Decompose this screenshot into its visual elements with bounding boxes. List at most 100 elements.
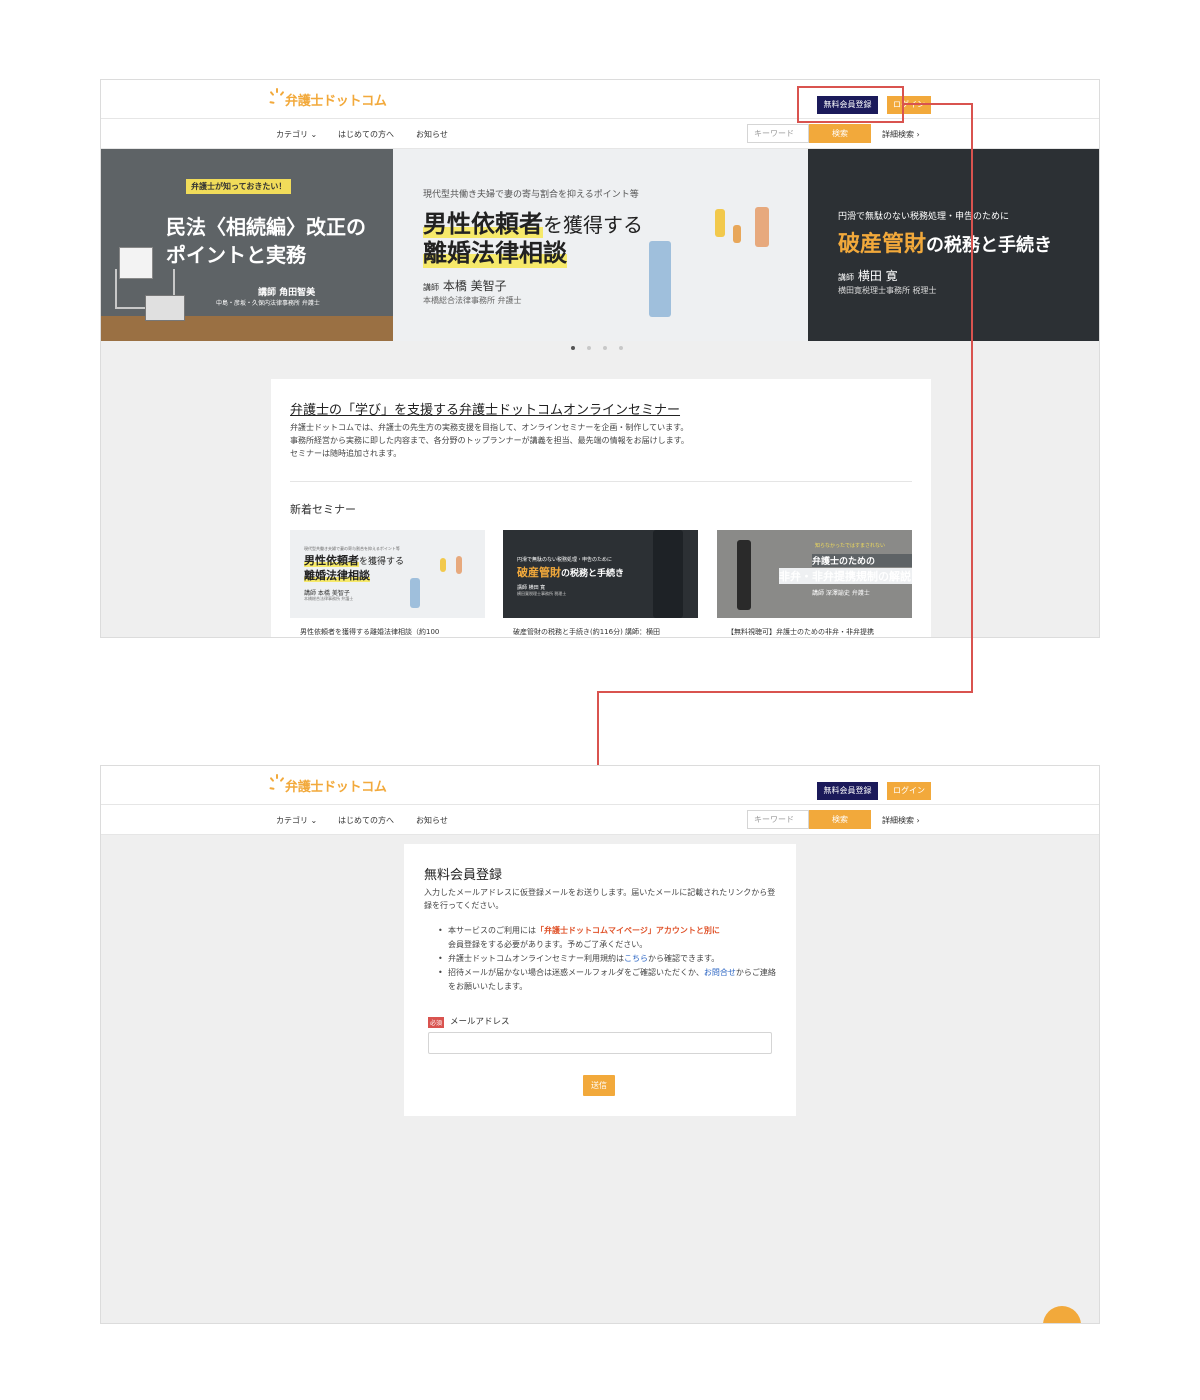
notice-item: 招待メールが届かない場合は迷惑メールフォルダをご確認いただくか、お問合せからご連… (438, 966, 783, 994)
notice-list: 本サービスのご利用には「弁護士ドットコムマイページ」アカウントと別に会員登録をす… (438, 924, 783, 994)
intro-title[interactable]: 弁護士の「学び」を支援する弁護士ドットコムオンラインセミナー (290, 399, 680, 418)
banner-office: 中島・彦坂・久保内法律事務所 弁護士 (216, 300, 320, 307)
house-model-image (145, 295, 185, 321)
notice-item: 本サービスのご利用には「弁護士ドットコムマイページ」アカウントと別に会員登録をす… (438, 924, 783, 952)
notice-emphasis: 「弁護士ドットコムマイページ」アカウントと別に (536, 926, 720, 935)
banner-slide-2[interactable]: 現代型共働き夫婦で妻の寄与割合を抑えるポイント等 男性依頼者を獲得する 離婚法律… (393, 149, 808, 341)
logo-text: 弁護士ドットコム (285, 779, 387, 795)
contact-link[interactable]: お問合せ (704, 968, 736, 977)
man-illustration (410, 578, 420, 608)
notice-item: 弁護士ドットコムオンラインセミナー利用規約はこちらから確認できます。 (438, 952, 783, 966)
register-button[interactable]: 無料会員登録 (817, 782, 878, 800)
site-header: 弁護士ドットコム 無料会員登録 ログイン (101, 80, 1099, 119)
site-logo[interactable]: 弁護士ドットコム (269, 774, 387, 796)
thumb-title-rest: を獲得する (359, 557, 405, 567)
banner-subtitle: 現代型共働き夫婦で妻の寄与割合を抑えるポイント等 (423, 190, 639, 200)
carousel-dot[interactable] (603, 346, 607, 350)
banner-lecturer: 講師 横田 寛 (838, 267, 898, 284)
form-title: 無料会員登録 (424, 868, 503, 883)
lecturer-name: 横田 寛 (857, 269, 898, 283)
thumb-title-line2: 非弁・非弁提携規制の解説 (779, 568, 912, 584)
nav-bar: カテゴリ ⌄ はじめての方へ お知らせ キーワード 検索 詳細検索 › (101, 805, 1099, 835)
seminar-thumbnail[interactable]: 円滑で無駄のない税務処理・申告のために 破産管財の税務と手続き 講師 横田 寛 … (503, 530, 698, 618)
logo-text: 弁護士ドットコム (285, 93, 387, 109)
thumb-office: 横田寛税理士事務所 税理士 (517, 591, 567, 596)
banner-title-highlight: 破産管財 (838, 232, 927, 257)
search-input[interactable]: キーワード (747, 810, 809, 829)
nav-category[interactable]: カテゴリ ⌄ (276, 815, 317, 826)
seminar-caption[interactable]: 破産管財の税務と手続き(約116分) 講師：横田 (513, 627, 698, 637)
thumb-title-line1: 弁護士のための (812, 554, 912, 567)
sun-logo-icon (269, 88, 285, 110)
businessman-image (737, 540, 751, 610)
woman-illustration (755, 207, 769, 247)
carousel-dot[interactable] (571, 346, 575, 350)
top-page-screenshot: 弁護士ドットコム 無料会員登録 ログイン カテゴリ ⌄ はじめての方へ お知らせ… (100, 79, 1100, 638)
seminar-thumbnail[interactable]: 知らなかったではすまされない 弁護士のための 非弁・非弁提携規制の解説 講師 深… (717, 530, 912, 618)
seminar-caption[interactable]: 男性依頼者を獲得する離婚法律相談（約100 (300, 627, 485, 637)
intro-line: 弁護士ドットコムでは、弁護士の先生方の実務支援を目指して、オンラインセミナーを企… (290, 423, 689, 432)
thumb-subtitle: 円滑で無駄のない税務処理・申告のために (517, 557, 613, 563)
banner-slide-1[interactable]: 弁護士が知っておきたい！ 民法〈相続編〉改正の ポイントと実務 講師 角田智美 … (101, 149, 393, 341)
required-badge: 必須 (428, 1017, 445, 1028)
carousel-dots (571, 346, 623, 350)
submit-button[interactable]: 送信 (583, 1075, 615, 1096)
family-illustration (715, 209, 725, 237)
nav-first-time[interactable]: はじめての方へ (338, 129, 394, 140)
terms-link[interactable]: こちら (624, 954, 648, 963)
notice-text: 本サービスのご利用には (448, 926, 536, 935)
banner-title-line2: ポイントと実務 (166, 243, 306, 267)
advanced-search-link[interactable]: 詳細検索 › (882, 129, 920, 140)
thumb-subtitle: 現代型共働き夫婦で妻の寄与割合を抑えるポイント等 (304, 546, 400, 551)
banner-slide-3[interactable]: 円滑で無駄のない税務処理・申告のために 破産管財の税務と手続き 講師 横田 寛 … (808, 149, 1099, 341)
nav-bar: カテゴリ ⌄ はじめての方へ お知らせ キーワード 検索 詳細検索 › (101, 119, 1099, 149)
notice-text: から確認できます。 (648, 954, 720, 963)
lecturer-label: 講師 (423, 283, 439, 292)
lecturer-name: 本橋 美智子 (442, 279, 507, 293)
thumb-lecturer: 講師 深澤諭史 弁護士 (812, 590, 870, 597)
nav-news[interactable]: お知らせ (416, 129, 448, 140)
notice-text: 招待メールが届かない場合は迷惑メールフォルダをご確認いただくか、 (448, 968, 704, 977)
banner-subtitle: 円滑で無駄のない税務処理・申告のために (838, 212, 1010, 222)
search-button[interactable]: 検索 (809, 810, 871, 829)
nav-category[interactable]: カテゴリ ⌄ (276, 129, 317, 140)
nav-first-time[interactable]: はじめての方へ (338, 815, 394, 826)
man-illustration (649, 241, 671, 317)
intro-line: セミナーは随時追加されます。 (290, 449, 402, 458)
site-logo[interactable]: 弁護士ドットコム (269, 88, 387, 110)
thumb-office: 本橋総合法律事務所 弁護士 (304, 596, 354, 601)
thumb-title-highlight: 男性依頼者 (304, 554, 359, 567)
sun-logo-icon (269, 774, 285, 796)
seminar-thumbnail[interactable]: 現代型共働き夫婦で妻の寄与割合を抑えるポイント等 男性依頼者を獲得する 離婚法律相… (290, 530, 485, 618)
lecturer-label: 講師 (838, 273, 854, 282)
nav-news[interactable]: お知らせ (416, 815, 448, 826)
login-button[interactable]: ログイン (887, 782, 931, 800)
email-field[interactable] (428, 1032, 772, 1054)
scroll-top-button[interactable] (1043, 1306, 1081, 1323)
house-model-image (119, 247, 153, 279)
intro-line: 事務所経営から実務に即した内容まで、各分野のトップランナーが講義を担当、最先端の… (290, 436, 689, 445)
thumb-title: 破産管財の税務と手続き (517, 564, 624, 580)
woman-illustration (456, 556, 462, 574)
register-highlight-box (797, 86, 904, 123)
family-illustration (440, 558, 446, 572)
intro-description: 弁護士ドットコムでは、弁護士の先生方の実務支援を目指して、オンラインセミナーを企… (290, 421, 689, 460)
seminar-caption[interactable]: 【無料視聴可】弁護士のための非弁・非弁提携 (727, 627, 912, 637)
banner-lecturer: 講師 本橋 美智子 (423, 277, 507, 294)
thumb-title-rest: の税務と手続き (561, 569, 625, 579)
advanced-search-link[interactable]: 詳細検索 › (882, 815, 920, 826)
banner-title-line1: 民法〈相続編〉改正の (166, 215, 366, 239)
banner-tag: 弁護士が知っておきたい！ (186, 179, 292, 194)
carousel-dot[interactable] (587, 346, 591, 350)
register-page-screenshot: 弁護士ドットコム 無料会員登録 ログイン カテゴリ ⌄ はじめての方へ お知らせ… (100, 765, 1100, 1324)
search-input[interactable]: キーワード (747, 124, 809, 143)
search-button[interactable]: 検索 (809, 124, 871, 143)
businessman-image (653, 530, 683, 618)
thumb-title: 男性依頼者を獲得する 離婚法律相談 (304, 554, 404, 583)
site-header: 弁護士ドットコム 無料会員登録 ログイン (101, 766, 1099, 805)
thumb-subtitle: 知らなかったではすまされない (815, 543, 886, 549)
banner-title-rest: の税務と手続き (926, 235, 1053, 256)
child-illustration (733, 225, 741, 243)
carousel-dot[interactable] (619, 346, 623, 350)
banner-title-line2: 離婚法律相談 (423, 233, 567, 268)
